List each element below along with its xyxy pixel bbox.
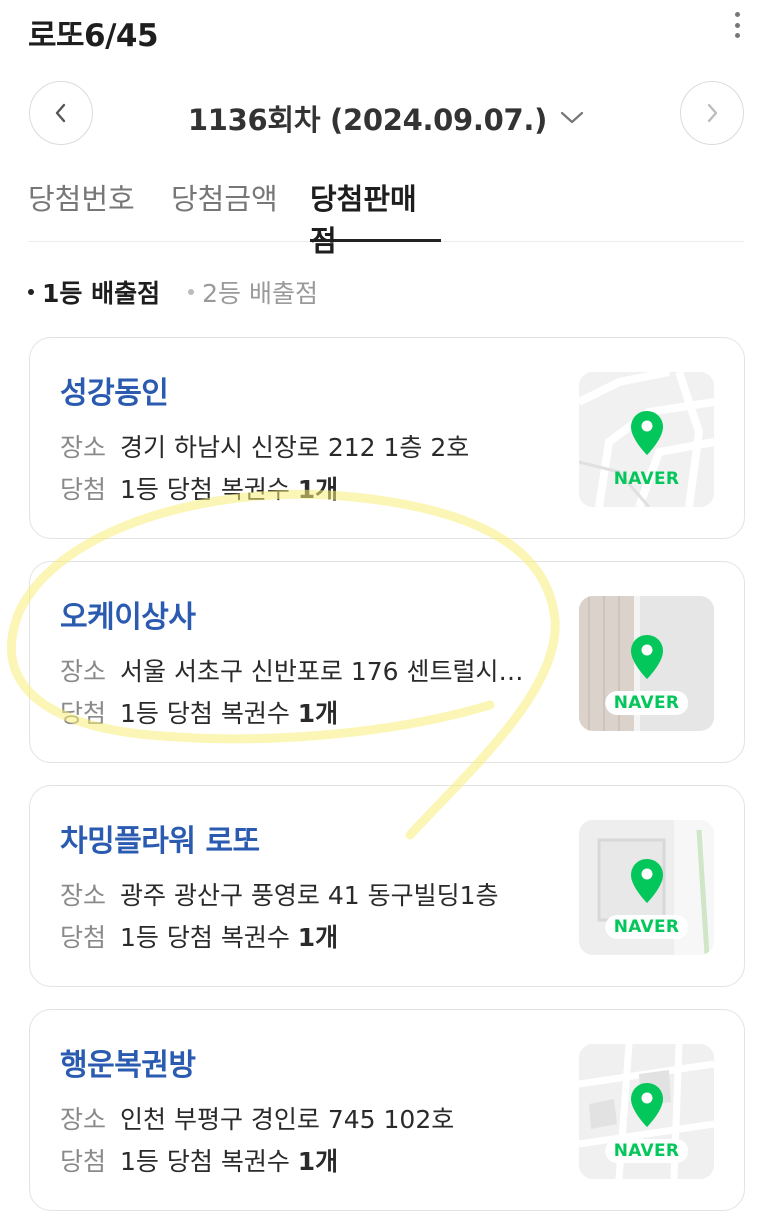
store-card[interactable]: 행운복권방 장소 인천 부평구 경인로 745 102호 당첨 1등 당첨 복권수 … bbox=[29, 1009, 745, 1211]
address-value: 인천 부평구 경인로 745 102호 bbox=[120, 1105, 455, 1134]
address-label: 장소 bbox=[60, 657, 107, 686]
win-count: 1개 bbox=[297, 1147, 339, 1176]
store-win-info: 당첨 1등 당첨 복권수 1개 bbox=[60, 470, 540, 506]
store-address: 장소 경기 하남시 신장로 212 1층 2호 bbox=[60, 428, 540, 464]
more-options-icon[interactable] bbox=[727, 10, 747, 40]
result-tabs: 당첨번호 당첨금액 당첨판매점 bbox=[28, 168, 744, 258]
bullet-icon bbox=[28, 289, 34, 295]
win-label: 당첨 bbox=[60, 1147, 107, 1176]
naver-logo: NAVER bbox=[613, 469, 680, 489]
page-title: 로또6/45 bbox=[28, 18, 159, 54]
store-win-info: 당첨 1등 당첨 복권수 1개 bbox=[60, 918, 540, 954]
subtab-label: 2등 배출점 bbox=[202, 279, 318, 308]
rank-filter: 1등 배출점 2등 배출점 bbox=[28, 272, 318, 312]
win-text: 1등 당첨 복권수 bbox=[120, 699, 290, 728]
store-address: 장소 인천 부평구 경인로 745 102호 bbox=[60, 1100, 540, 1136]
store-name[interactable]: 성강동인 bbox=[60, 368, 169, 412]
address-value: 광주 광산구 풍영로 41 동구빌딩1층 bbox=[120, 881, 499, 910]
subtab-first-prize-stores[interactable]: 1등 배출점 bbox=[28, 274, 160, 310]
subtab-label: 1등 배출점 bbox=[42, 279, 161, 308]
next-round-button[interactable] bbox=[680, 81, 744, 145]
map-pin-icon bbox=[630, 411, 663, 455]
naver-logo: NAVER bbox=[604, 915, 689, 939]
store-win-info: 당첨 1등 당첨 복권수 1개 bbox=[60, 1142, 540, 1178]
store-card[interactable]: 성강동인 장소 경기 하남시 신장로 212 1층 2호 당첨 1등 당첨 복권수 … bbox=[29, 337, 745, 539]
store-win-info: 당첨 1등 당첨 복권수 1개 bbox=[60, 694, 540, 730]
store-card[interactable]: 오케이상사 장소 서울 서초구 신반포로 176 센트럴시티 1층 당첨 1등 당첨… bbox=[29, 561, 745, 763]
win-count: 1개 bbox=[297, 923, 339, 952]
win-label: 당첨 bbox=[60, 923, 107, 952]
app-header: 로또6/45 bbox=[0, 0, 773, 62]
chevron-down-icon bbox=[560, 111, 584, 124]
store-map-thumbnail[interactable]: NAVER bbox=[579, 1044, 714, 1179]
map-pin-icon bbox=[630, 635, 663, 679]
address-label: 장소 bbox=[60, 1105, 107, 1134]
chevron-right-icon bbox=[707, 103, 718, 123]
win-count: 1개 bbox=[297, 475, 339, 504]
naver-logo: NAVER bbox=[604, 691, 689, 715]
store-name[interactable]: 차밍플라워 로또 bbox=[60, 816, 260, 860]
store-name[interactable]: 행운복권방 bbox=[60, 1040, 196, 1084]
win-label: 당첨 bbox=[60, 475, 107, 504]
store-map-thumbnail[interactable]: NAVER bbox=[579, 820, 714, 955]
store-address: 장소 광주 광산구 풍영로 41 동구빌딩1층 bbox=[60, 876, 540, 912]
store-map-thumbnail[interactable]: NAVER bbox=[579, 596, 714, 731]
address-label: 장소 bbox=[60, 433, 107, 462]
map-pin-icon bbox=[630, 859, 663, 903]
round-selector[interactable]: 1136회차 (2024.09.07.) bbox=[0, 97, 773, 139]
win-text: 1등 당첨 복권수 bbox=[120, 923, 290, 952]
win-label: 당첨 bbox=[60, 699, 107, 728]
naver-logo: NAVER bbox=[604, 1139, 689, 1163]
win-count: 1개 bbox=[297, 699, 339, 728]
round-label: 1136회차 (2024.09.07.) bbox=[187, 103, 548, 137]
tab-winning-numbers[interactable]: 당첨번호 bbox=[28, 176, 135, 242]
store-map-thumbnail[interactable]: NAVER bbox=[579, 372, 714, 507]
bullet-icon bbox=[188, 289, 195, 295]
store-address: 장소 서울 서초구 신반포로 176 센트럴시티 1층 bbox=[60, 652, 540, 688]
tab-winning-stores[interactable]: 당첨판매점 bbox=[310, 176, 441, 258]
store-card[interactable]: 차밍플라워 로또 장소 광주 광산구 풍영로 41 동구빌딩1층 당첨 1등 당첨 … bbox=[29, 785, 745, 987]
address-label: 장소 bbox=[60, 881, 107, 910]
win-text: 1등 당첨 복권수 bbox=[120, 1147, 290, 1176]
map-pin-icon bbox=[630, 1083, 663, 1127]
store-name[interactable]: 오케이상사 bbox=[60, 592, 196, 636]
win-text: 1등 당첨 복권수 bbox=[120, 475, 290, 504]
address-value: 경기 하남시 신장로 212 1층 2호 bbox=[120, 433, 470, 462]
address-value: 서울 서초구 신반포로 176 센트럴시티 1층 bbox=[120, 657, 540, 686]
tab-prize-amount[interactable]: 당첨금액 bbox=[171, 176, 278, 242]
subtab-second-prize-stores[interactable]: 2등 배출점 bbox=[188, 274, 318, 310]
